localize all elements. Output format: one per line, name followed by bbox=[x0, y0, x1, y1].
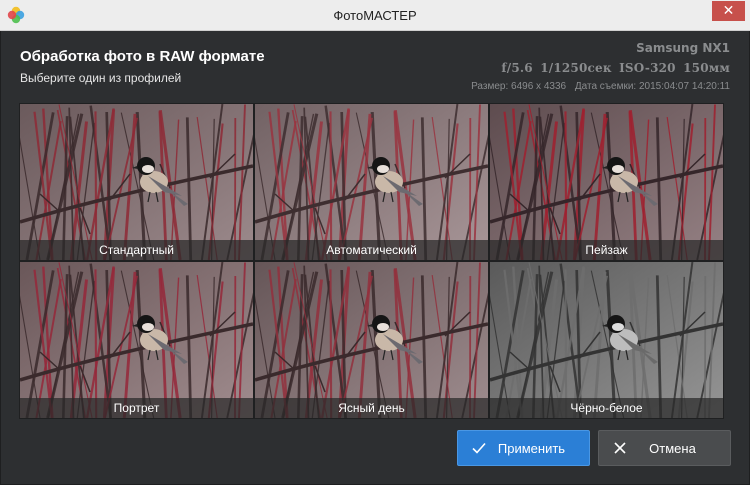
profile-preview-image bbox=[20, 262, 253, 418]
profile-label: Пейзаж bbox=[490, 240, 723, 260]
cancel-button-label: Отмена bbox=[649, 441, 696, 456]
photo-meta: Размер: 6496 x 4336 Дата съемки: 2015:04… bbox=[471, 81, 730, 92]
camera-exif: f/5.6 1/1250сек ISO-320 150мм bbox=[501, 61, 730, 75]
profile-tile-auto[interactable]: Автоматический bbox=[254, 103, 489, 261]
apply-button[interactable]: Применить bbox=[457, 430, 590, 466]
profile-tile-bw[interactable]: Чёрно-белое bbox=[489, 261, 724, 419]
profile-grid: Стандартный Автоматический Пейзаж Портре… bbox=[19, 103, 724, 419]
window-title: ФотоМАСТЕР bbox=[333, 8, 417, 23]
photo-date: Дата съемки: 2015:04:07 14:20:11 bbox=[574, 81, 730, 92]
profile-preview-image bbox=[20, 104, 253, 260]
close-window-button[interactable]: ✕ bbox=[712, 1, 745, 21]
profile-label: Портрет bbox=[20, 398, 253, 418]
profile-tile-portrait[interactable]: Портрет bbox=[19, 261, 254, 419]
profile-tile-clear-day[interactable]: Ясный день bbox=[254, 261, 489, 419]
profile-label: Чёрно-белое bbox=[490, 398, 723, 418]
camera-model: Samsung NX1 bbox=[636, 41, 730, 55]
profile-preview-image bbox=[490, 104, 723, 260]
profile-tile-standard[interactable]: Стандартный bbox=[19, 103, 254, 261]
apply-button-label: Применить bbox=[497, 441, 566, 456]
dialog-title: Обработка фото в RAW формате bbox=[20, 48, 265, 65]
profile-preview-image bbox=[490, 262, 723, 418]
profile-preview-image bbox=[255, 262, 488, 418]
profile-label: Ясный день bbox=[255, 398, 488, 418]
cancel-button[interactable]: Отмена bbox=[598, 430, 731, 466]
window-titlebar: ФотоМАСТЕР ✕ bbox=[0, 0, 750, 31]
dialog-subtitle: Выберите один из профилей bbox=[20, 71, 182, 85]
profile-tile-landscape[interactable]: Пейзаж bbox=[489, 103, 724, 261]
photo-size: Размер: 6496 x 4336 bbox=[471, 81, 567, 92]
profile-preview-image bbox=[255, 104, 488, 260]
raw-dialog: Обработка фото в RAW формате Выберите од… bbox=[0, 31, 750, 485]
profile-label: Автоматический bbox=[255, 240, 488, 260]
close-icon: ✕ bbox=[722, 3, 735, 19]
profile-label: Стандартный bbox=[20, 240, 253, 260]
